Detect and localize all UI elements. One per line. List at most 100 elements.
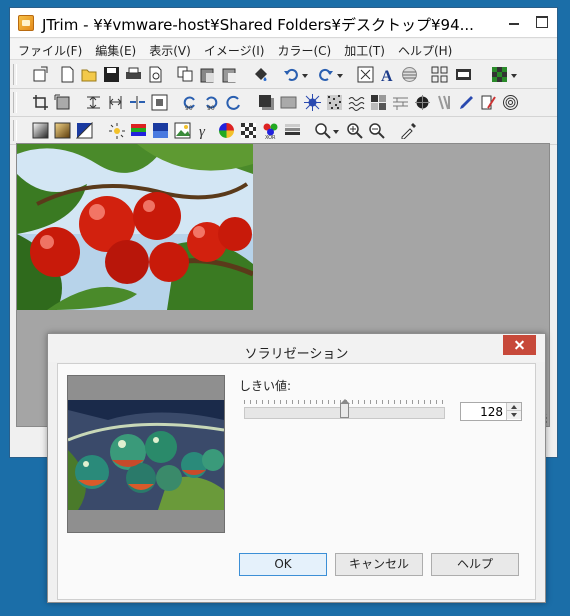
flip-horizontal-icon[interactable] <box>107 94 124 111</box>
grid-view-icon[interactable] <box>431 66 448 83</box>
sepia-icon[interactable] <box>54 122 71 139</box>
menu-process[interactable]: 加工(T) <box>336 39 390 59</box>
close-button[interactable] <box>503 335 536 355</box>
wave-icon[interactable] <box>348 94 365 111</box>
split-icon[interactable] <box>129 94 146 111</box>
stripe-icon[interactable] <box>436 94 453 111</box>
color-wheel-icon[interactable] <box>218 122 235 139</box>
window-title: JTrim - ¥¥vmware-host¥Shared Folders¥デスク… <box>42 16 474 34</box>
gradient-icon[interactable] <box>284 122 301 139</box>
svg-text:A: A <box>381 68 393 83</box>
rotate-left-icon[interactable]: 90 <box>181 94 198 111</box>
palette-dropdown-icon[interactable] <box>511 74 517 78</box>
zoom-out-icon[interactable] <box>368 122 385 139</box>
brick-icon[interactable] <box>392 94 409 111</box>
color-balance-icon[interactable] <box>152 122 169 139</box>
zoom-in-icon[interactable] <box>346 122 363 139</box>
threshold-label: しきい値: <box>239 379 292 393</box>
menu-image[interactable]: イメージ(I) <box>196 39 270 59</box>
maximize-button[interactable] <box>528 11 555 33</box>
xor-icon[interactable]: XOR <box>262 122 279 139</box>
menu-bar: ファイル(F) 編集(E) 表示(V) イメージ(I) カラー(C) 加工(T)… <box>10 39 557 60</box>
redo-icon[interactable] <box>317 66 334 83</box>
lines-icon[interactable] <box>401 66 418 83</box>
noise-icon[interactable] <box>326 94 343 111</box>
spin-buttons <box>506 403 521 420</box>
spin-up-icon[interactable] <box>507 403 521 411</box>
print-icon[interactable] <box>125 66 142 83</box>
menu-help[interactable]: ヘルプ(H) <box>390 39 457 59</box>
text-icon[interactable]: A <box>379 66 396 83</box>
eyedropper-icon[interactable] <box>400 122 417 139</box>
minimize-button[interactable] <box>500 11 527 33</box>
svg-text:90: 90 <box>207 105 215 111</box>
brightness-icon[interactable] <box>108 122 125 139</box>
cancel-button[interactable]: キャンセル <box>335 553 423 576</box>
solarized-preview-image <box>68 400 224 510</box>
flip-vertical-icon[interactable] <box>85 94 102 111</box>
brush-icon[interactable] <box>480 94 497 111</box>
toolbar-row-3: γ XOR <box>10 117 557 145</box>
zoom-dropdown-icon[interactable] <box>333 130 339 134</box>
toolbar-grip[interactable] <box>13 64 17 85</box>
sharpen-icon[interactable] <box>414 94 431 111</box>
title-bar[interactable]: JTrim - ¥¥vmware-host¥Shared Folders¥デスク… <box>10 8 557 38</box>
menu-color[interactable]: カラー(C) <box>269 39 336 59</box>
spin-down-icon[interactable] <box>507 411 521 419</box>
dialog-title-bar[interactable]: ソラリゼーション <box>48 334 545 362</box>
rgb-icon[interactable] <box>130 122 147 139</box>
fill-icon[interactable] <box>253 66 270 83</box>
pen-icon[interactable] <box>458 94 475 111</box>
dialog-body: しきい値: 128 OK キャンセル ヘルプ <box>57 363 536 600</box>
menu-edit[interactable]: 編集(E) <box>87 39 141 59</box>
toolbar-grip[interactable] <box>13 120 17 141</box>
zoom-icon[interactable] <box>314 122 331 139</box>
picture-icon[interactable] <box>174 122 191 139</box>
checker-icon[interactable] <box>240 122 257 139</box>
threshold-slider-thumb[interactable] <box>340 399 350 418</box>
frame-icon[interactable] <box>151 94 168 111</box>
preview-pane <box>67 375 225 533</box>
toolbar-row-1: A <box>10 61 557 89</box>
redo-dropdown-icon[interactable] <box>337 74 343 78</box>
bevel-icon[interactable] <box>280 94 297 111</box>
resize-icon[interactable] <box>54 94 71 111</box>
grayscale-icon[interactable] <box>32 122 49 139</box>
toolbar-row-2: 90 90 <box>10 89 557 117</box>
shadow-icon[interactable] <box>258 94 275 111</box>
new-window-icon[interactable] <box>32 66 49 83</box>
paste-icon[interactable] <box>199 66 216 83</box>
print-preview-icon[interactable] <box>147 66 164 83</box>
svg-text:XOR: XOR <box>265 135 276 139</box>
spiral-icon[interactable] <box>502 94 519 111</box>
toolbar-grip[interactable] <box>13 92 17 113</box>
rotate-right-icon[interactable]: 90 <box>203 94 220 111</box>
help-button[interactable]: ヘルプ <box>431 553 519 576</box>
fit-window-icon[interactable] <box>357 66 374 83</box>
threshold-spinbox[interactable]: 128 <box>460 402 522 421</box>
copy-icon[interactable] <box>177 66 194 83</box>
rotate-free-icon[interactable] <box>225 94 242 111</box>
save-icon[interactable] <box>103 66 120 83</box>
negative-icon[interactable] <box>76 122 93 139</box>
gamma-icon[interactable]: γ <box>196 122 213 139</box>
menu-view[interactable]: 表示(V) <box>141 39 196 59</box>
undo-dropdown-icon[interactable] <box>302 74 308 78</box>
dialog-title: ソラリゼーション <box>244 347 349 362</box>
cherry-photo <box>17 144 253 310</box>
paste-new-icon[interactable] <box>221 66 238 83</box>
menu-file[interactable]: ファイル(F) <box>10 39 87 59</box>
threshold-value[interactable]: 128 <box>480 405 503 419</box>
ok-button[interactable]: OK <box>239 553 327 576</box>
mosaic-icon[interactable] <box>370 94 387 111</box>
undo-icon[interactable] <box>283 66 300 83</box>
palette-icon[interactable] <box>491 66 508 83</box>
jtrim-app-icon[interactable] <box>18 15 34 31</box>
svg-text:90: 90 <box>185 105 193 111</box>
filmstrip-icon[interactable] <box>455 66 472 83</box>
crop-icon[interactable] <box>32 94 49 111</box>
svg-text:γ: γ <box>199 124 206 139</box>
star-icon[interactable] <box>304 94 321 111</box>
new-icon[interactable] <box>59 66 76 83</box>
open-icon[interactable] <box>81 66 98 83</box>
